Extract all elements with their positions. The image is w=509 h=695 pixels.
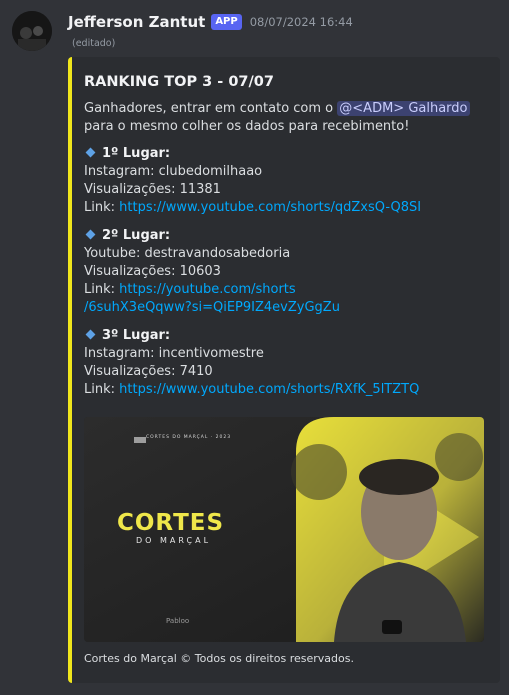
banner-brand: CORTES xyxy=(117,510,225,536)
user-mention[interactable]: @<ADM> Galhardo xyxy=(337,101,470,116)
ranking-place-1: 1º Lugar: Instagram: clubedomilhaao Visu… xyxy=(84,145,488,217)
app-badge: APP xyxy=(211,14,242,30)
edited-label: (editado) xyxy=(72,38,116,49)
ranking-place-2: 2º Lugar: Youtube: destravandosabedoria … xyxy=(84,227,488,317)
intro-text-start: Ganhadores, entrar em contato com o xyxy=(84,101,338,116)
username[interactable]: Jefferson Zantut xyxy=(68,13,205,31)
place-link[interactable]: https://youtube.com/shorts xyxy=(119,282,296,297)
link-label: Link: xyxy=(84,282,120,297)
avatar[interactable] xyxy=(12,11,52,51)
place-line: Youtube: destravandosabedoria xyxy=(84,246,291,261)
link-label: Link: xyxy=(84,382,120,397)
message-header: Jefferson Zantut APP 08/07/2024 16:44 xyxy=(68,11,353,33)
embed-description: Ganhadores, entrar em contato com o @<AD… xyxy=(84,100,488,136)
place-link-continued[interactable]: /6suhX3eQqww?si=QiEP9IZ4evZyGgZu xyxy=(84,300,340,315)
timestamp[interactable]: 08/07/2024 16:44 xyxy=(250,15,353,29)
place-views: Visualizações: 7410 xyxy=(84,364,213,379)
place-views: Visualizações: 10603 xyxy=(84,264,221,279)
embed-image[interactable]: CORTES DO MARÇAL · 2023 CORTES DO MARÇAL… xyxy=(84,417,484,642)
place-line: Instagram: incentivomestre xyxy=(84,346,264,361)
place-title: 3º Lugar: xyxy=(102,328,171,343)
banner-brand-sub: DO MARÇAL xyxy=(136,536,212,545)
embed-title: RANKING TOP 3 - 07/07 xyxy=(84,74,274,90)
banner-credit: Pabloo xyxy=(166,617,190,625)
ranking-place-3: 3º Lugar: Instagram: incentivomestre Vis… xyxy=(84,327,488,399)
embed-accent-bar xyxy=(68,57,72,683)
embed: RANKING TOP 3 - 07/07 Ganhadores, entrar… xyxy=(68,57,500,683)
place-link[interactable]: https://www.youtube.com/shorts/qdZxsQ-Q8… xyxy=(119,200,421,215)
diamond-icon xyxy=(85,229,96,240)
link-label: Link: xyxy=(84,200,120,215)
place-line: Instagram: clubedomilhaao xyxy=(84,164,263,179)
diamond-icon xyxy=(85,329,96,340)
place-link[interactable]: https://www.youtube.com/shorts/RXfK_5lTZ… xyxy=(119,382,419,397)
embed-footer: Cortes do Marçal © Todos os direitos res… xyxy=(84,652,354,665)
diamond-icon xyxy=(85,147,96,158)
intro-text-end: para o mesmo colher os dados para recebi… xyxy=(84,119,410,134)
place-views: Visualizações: 11381 xyxy=(84,182,221,197)
place-title: 1º Lugar: xyxy=(102,146,171,161)
place-title: 2º Lugar: xyxy=(102,228,171,243)
banner-header: CORTES DO MARÇAL · 2023 xyxy=(146,435,232,440)
